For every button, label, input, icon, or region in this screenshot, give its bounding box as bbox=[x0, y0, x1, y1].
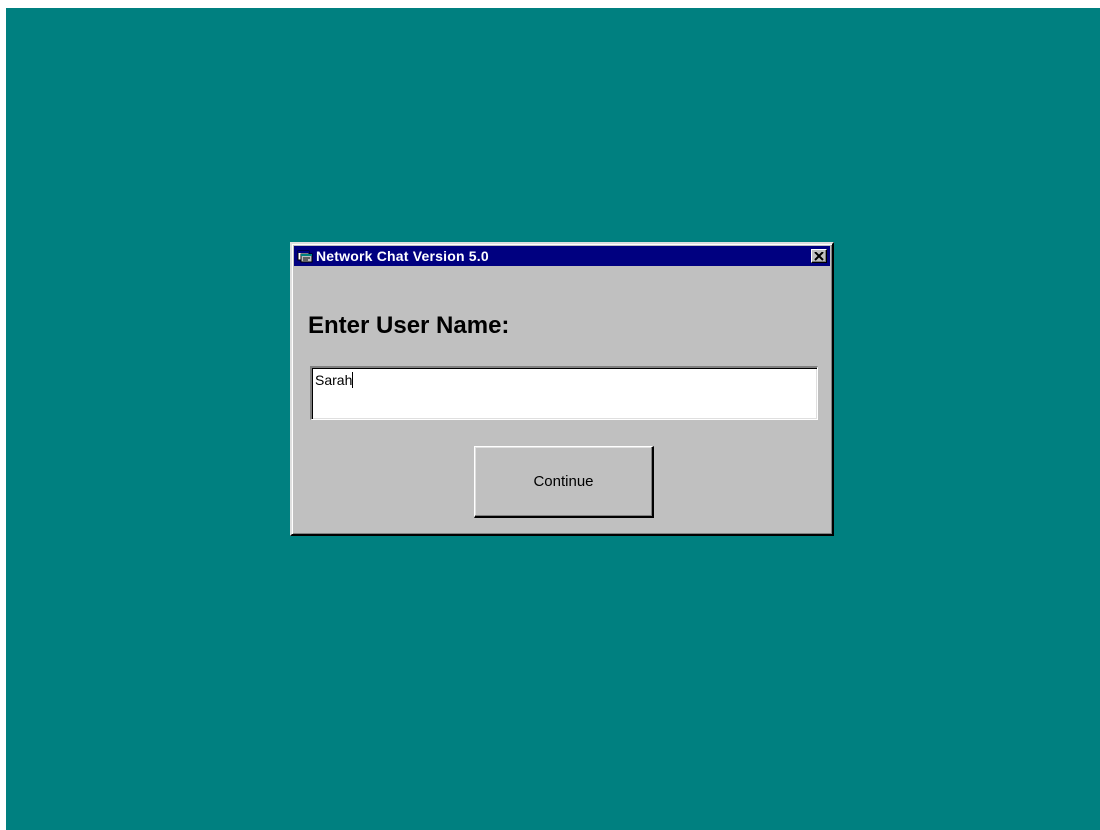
text-caret bbox=[352, 372, 354, 388]
continue-button[interactable]: Continue bbox=[474, 446, 654, 518]
login-dialog: Network Chat Version 5.0 Enter User Name… bbox=[290, 242, 834, 536]
close-x-icon bbox=[814, 251, 824, 261]
chat-app-icon[interactable] bbox=[297, 248, 313, 264]
desktop: Network Chat Version 5.0 Enter User Name… bbox=[6, 8, 1100, 830]
username-value: Sarah bbox=[315, 372, 353, 388]
title-bar[interactable]: Network Chat Version 5.0 bbox=[294, 246, 830, 266]
close-button[interactable] bbox=[811, 249, 827, 263]
username-input[interactable]: Sarah bbox=[310, 366, 818, 420]
window-title: Network Chat Version 5.0 bbox=[316, 248, 489, 264]
continue-button-label: Continue bbox=[533, 473, 594, 490]
username-prompt-label: Enter User Name: bbox=[308, 312, 510, 339]
